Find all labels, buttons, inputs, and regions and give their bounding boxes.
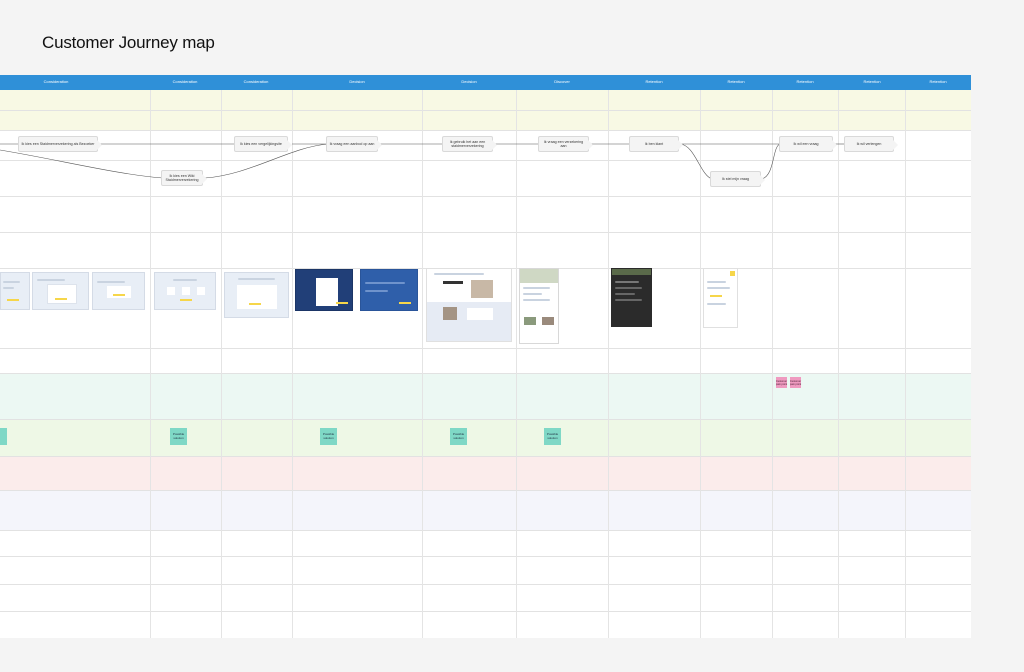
flow-connector [0,149,164,179]
screenshot-thumbnail[interactable] [295,269,353,311]
journey-step[interactable]: Ik vraag een verzekering aan [538,136,593,152]
flow-connector [761,143,781,180]
journey-step[interactable]: Ik vraag een aanbod op aan [326,136,382,152]
screenshot-thumbnail[interactable] [0,272,30,310]
pain-point-note[interactable]: Customer pain point [776,377,787,388]
solution-sticky[interactable]: Possible solution [320,428,337,445]
flow-connector [679,143,713,180]
screenshot-thumbnail[interactable] [611,268,652,327]
journey-board[interactable]: Consideration Consideration Consideratio… [0,75,971,638]
screenshot-thumbnail[interactable] [32,272,89,310]
solution-sticky[interactable] [0,428,7,445]
screenshot-thumbnail[interactable] [154,272,216,310]
journey-step[interactable]: Ik wil een vraag [779,136,837,152]
journey-step[interactable]: Ik wil verlengen [844,136,898,152]
screenshot-thumbnail[interactable] [224,272,289,318]
solution-sticky[interactable]: Possible solution [450,428,467,445]
journey-step[interactable]: Ik gebruik het aan een staidmerverzekeri… [442,136,497,152]
screenshot-thumbnail[interactable] [703,268,738,328]
screenshot-thumbnail[interactable] [426,268,512,342]
journey-step[interactable]: Ik kies een vergelijkingsite [234,136,292,152]
solution-sticky[interactable]: Possible solution [544,428,561,445]
journey-step[interactable]: Ik stel mijn vraag [710,171,765,187]
solution-sticky[interactable]: Possible solution [170,428,187,445]
journey-step[interactable]: Ik kies een Staidmerverzekering als Bezo… [18,136,102,152]
page-title: Customer Journey map [42,33,215,52]
journey-step[interactable]: Ik kies een Wiki Staidmerverzekering [161,170,207,186]
pain-point-note[interactable]: Customer pain point [790,377,801,388]
journey-flow-lines [0,143,846,180]
screenshot-thumbnail[interactable] [519,268,559,344]
screenshot-thumbnail[interactable] [360,269,418,311]
journey-step[interactable]: Ik ben klant [629,136,683,152]
screenshot-thumbnail[interactable] [92,272,145,310]
